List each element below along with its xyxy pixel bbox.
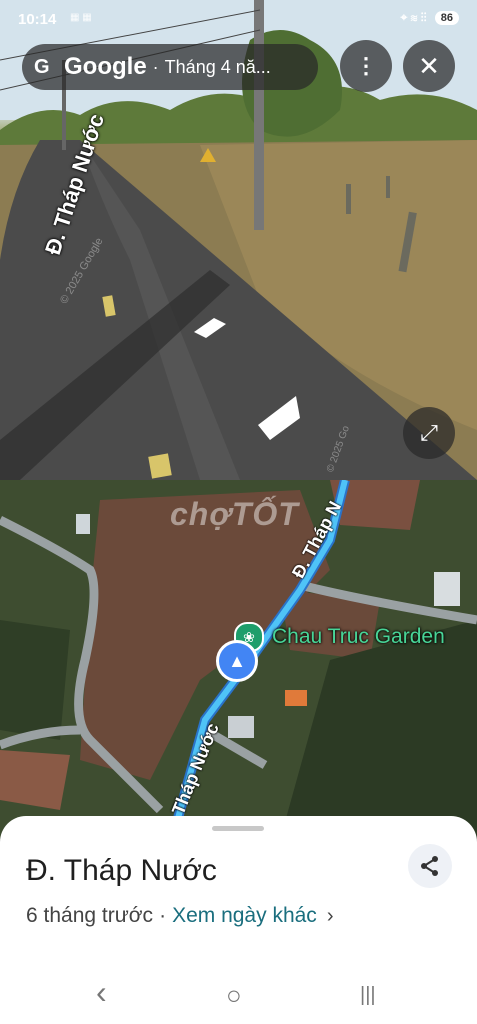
poi-chau-truc-garden[interactable]: ❀ Chau Truc Garden <box>234 622 445 652</box>
status-right: ⌖ ≋ ⫶⫶ 86 <box>401 10 459 25</box>
notification-icons: ▦ ▦ <box>70 12 92 23</box>
nav-recents-button[interactable]: ||| <box>360 984 376 1007</box>
share-button[interactable] <box>408 844 452 888</box>
satellite-map[interactable]: chợTỐT Đ. Tháp N Tháp Nước ❀ Chau Truc G… <box>0 480 477 840</box>
expand-icon: ⤢ <box>420 420 438 445</box>
chevron-right-icon[interactable]: › <box>327 905 334 928</box>
relative-time: 6 tháng trước <box>26 904 154 927</box>
capture-date: Tháng 4 nă... <box>164 56 271 77</box>
status-time: 10:14 <box>18 11 57 28</box>
heading-arrow-icon: ▲ <box>228 650 246 671</box>
more-options-button[interactable]: ⋮ <box>340 40 392 92</box>
streetview-header-pill[interactable]: G Google · Tháng 4 nă... <box>22 44 318 90</box>
place-title: Đ. Tháp Nước <box>26 854 217 887</box>
more-vert-icon: ⋮ <box>355 53 377 78</box>
nav-back-button[interactable]: ‹ <box>96 974 107 1011</box>
street-view-panel[interactable]: 10:14 ▦ ▦ ⌖ ≋ ⫶⫶ 86 G Google · Tháng 4 n… <box>0 0 477 480</box>
system-nav-bar: ‹ ○ ||| <box>0 974 477 1024</box>
chotot-watermark: chợTỐT <box>170 496 299 532</box>
signal-wifi-icons: ⌖ ≋ ⫶⫶ <box>400 10 427 24</box>
poi-label: Chau Truc Garden <box>272 625 445 648</box>
share-icon <box>421 856 438 876</box>
nav-home-button[interactable]: ○ <box>226 980 242 1011</box>
bottom-sheet[interactable]: Đ. Tháp Nước 6 tháng trước · Xem ngày kh… <box>0 816 477 974</box>
google-g-icon: G <box>34 55 50 78</box>
capture-info: 6 tháng trước · Xem ngày khác › <box>26 904 333 928</box>
close-button[interactable]: ✕ <box>403 40 455 92</box>
info-separator: · <box>159 904 167 927</box>
current-location-marker: ▲ <box>216 640 258 682</box>
status-bar: 10:14 ▦ ▦ ⌖ ≋ ⫶⫶ 86 <box>0 0 477 40</box>
close-icon: ✕ <box>418 50 440 81</box>
battery-indicator: 86 <box>434 10 459 25</box>
header-separator: · <box>152 56 159 77</box>
expand-button[interactable]: ⤢ <box>403 407 455 459</box>
google-brand: Google <box>64 53 147 80</box>
other-dates-link[interactable]: Xem ngày khác <box>172 904 317 928</box>
sheet-drag-handle[interactable] <box>212 826 264 831</box>
